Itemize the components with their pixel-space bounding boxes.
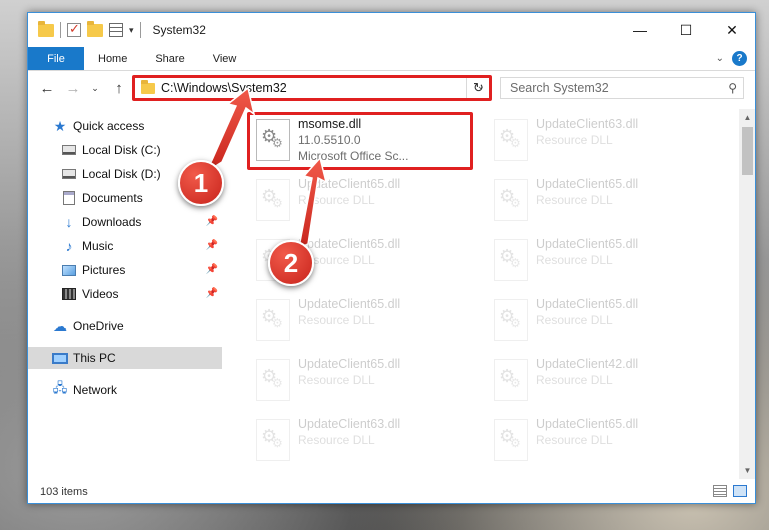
arrow-to-file [291,156,328,252]
callout-arrows [204,86,328,252]
arrow-to-address-bar [204,86,256,175]
callout-step-one: 1 [178,160,224,206]
callout-step-two: 2 [268,240,314,286]
